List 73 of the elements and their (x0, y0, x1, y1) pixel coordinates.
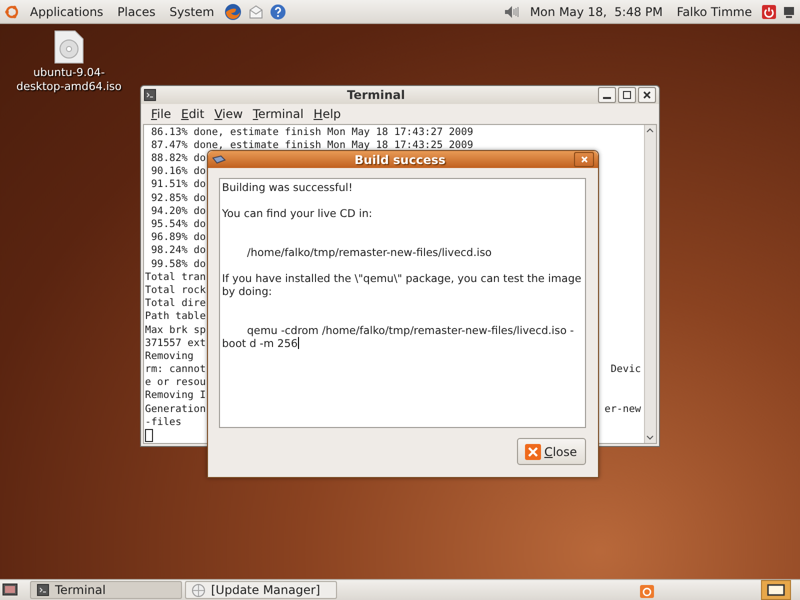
minimize-button[interactable] (598, 86, 616, 103)
menu-item[interactable]: Help (310, 106, 345, 121)
dialog-title: Build success (353, 152, 447, 166)
terminal-line: Removing (145, 350, 194, 364)
panel-menu[interactable]: System (165, 4, 218, 18)
terminal-line: Max brk sp (145, 324, 206, 337)
message-text: /home/falko/tmp/remaster-new-files/livecd.iso (246, 246, 493, 259)
panel-menu[interactable]: Applications (26, 4, 108, 18)
file-label[interactable]: ubuntu-9.04-desktop-amd64.iso (11, 66, 127, 94)
speaker-icon[interactable] (504, 4, 520, 18)
terminal-line: Path table (145, 310, 206, 324)
message-text: If you have installed the \"qemu\" package, you can test the image by doing: (222, 272, 582, 298)
terminal-line: 96.89% do (150, 231, 206, 244)
terminal-line: 88.82% do (150, 152, 206, 166)
terminal-line: 95.54% do (150, 218, 206, 232)
user-name[interactable]: Falko Timme (672, 4, 756, 18)
text-cursor (145, 429, 153, 442)
taskbar-button[interactable]: [Update Manager] (185, 581, 337, 599)
terminal-icon (144, 88, 156, 101)
terminal-line: 87.47% done, estimate finish Mon May 18 17:43:25 2009 (150, 138, 474, 152)
terminal-line: er-new (604, 402, 641, 416)
window-icon (767, 584, 785, 596)
message-text: You can find your live CD in: (222, 207, 374, 220)
menu-item[interactable]: Terminal (248, 106, 308, 121)
help-icon[interactable] (270, 4, 286, 20)
terminal-line: 90.16% do (150, 165, 206, 178)
clock[interactable]: Mon May 18, 5:48 PM (526, 4, 667, 18)
terminal-line: 98.24% do (150, 244, 206, 258)
close-button[interactable] (638, 86, 656, 103)
terminal-line: Generation (145, 402, 206, 416)
terminal-line: rm: cannot (145, 363, 206, 376)
maximize-icon (623, 90, 631, 99)
close-button[interactable]: Close (517, 438, 586, 465)
terminal-line: 86.13% done, estimate finish Mon May 18 17:43:27 2009 (150, 126, 474, 139)
show-desktop-icon[interactable] (2, 582, 18, 598)
terminal-line: Total dire (145, 297, 206, 310)
scrollbar[interactable] (644, 124, 656, 443)
terminal-icon (37, 584, 49, 596)
globe-icon (192, 584, 205, 596)
panel-menu[interactable]: Places (113, 4, 160, 18)
power-icon[interactable] (762, 4, 776, 18)
taskbar-button[interactable]: Terminal (30, 581, 182, 599)
terminal-line: e or resou (145, 376, 206, 390)
minimize-icon (603, 96, 611, 99)
ubuntu-logo-icon[interactable] (4, 4, 20, 20)
close-icon (580, 156, 588, 163)
terminal-line: 91.51% do (150, 178, 206, 192)
terminal-line: 99.58% do (150, 258, 206, 271)
workspace-switcher[interactable] (761, 580, 791, 600)
monitor-icon[interactable] (782, 4, 796, 18)
terminal-line: Total tran (145, 270, 206, 284)
globe-icon[interactable] (224, 2, 242, 20)
terminal-line: 92.85% do (150, 192, 206, 205)
close-icon (643, 90, 651, 99)
terminal-line: 371557 ext (145, 336, 206, 350)
menu-item[interactable]: Edit (177, 106, 208, 121)
close-button[interactable] (574, 152, 594, 167)
envelope-icon[interactable] (248, 4, 264, 20)
message-text-area[interactable] (219, 178, 586, 428)
close-icon (525, 444, 542, 460)
message-text: qemu -cdrom /home/falko/tmp/remaster-new-files/livecd.iso -boot d -m 256 (222, 324, 575, 350)
terminal-line: Devic (610, 363, 641, 376)
terminal-line: Removing I (145, 389, 206, 403)
disc-file-icon[interactable] (54, 30, 84, 64)
terminal-line: -files (145, 416, 182, 429)
maximize-button[interactable] (618, 86, 636, 103)
menu-item[interactable]: View (210, 106, 247, 121)
terminal-line: 94.20% do (150, 204, 206, 218)
window-title: Terminal (346, 88, 406, 102)
disc-drive-icon (212, 154, 226, 164)
terminal-line: Total rock (145, 284, 206, 298)
menu-item[interactable]: File (147, 106, 176, 121)
message-text: Building was successful! (222, 181, 354, 194)
